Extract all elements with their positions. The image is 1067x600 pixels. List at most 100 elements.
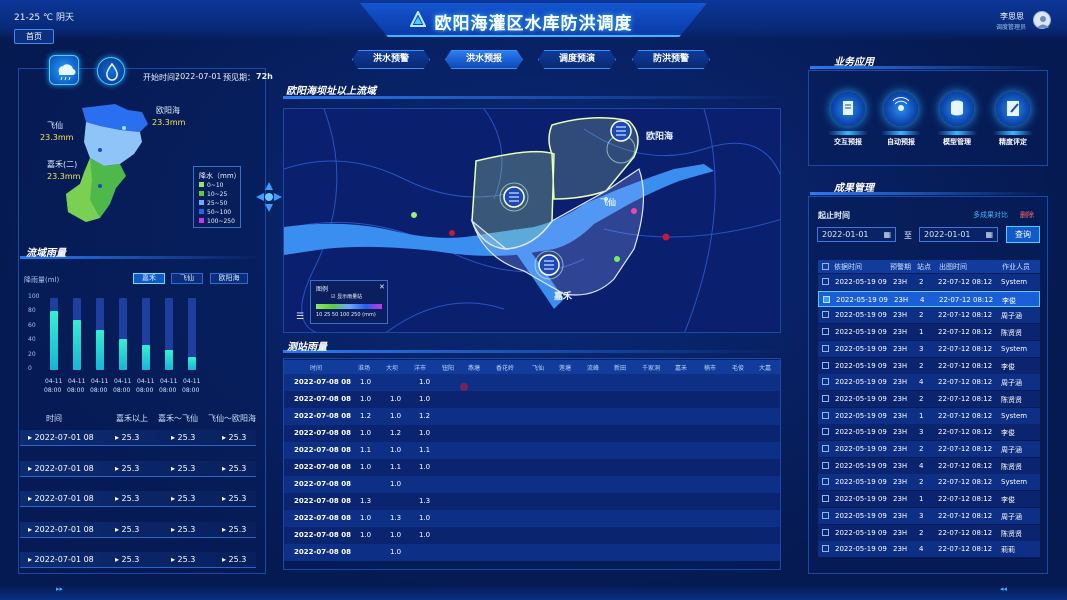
table-row[interactable]: 2022-05-19 09 23H 1 22-07-12 08:12 陈贤贤 <box>818 324 1040 341</box>
table-row[interactable]: 2022-05-19 09 23H 2 22-07-12 08:12 周子涵 <box>818 307 1040 324</box>
table-row[interactable]: 2022-05-19 09 23H 2 22-07-12 08:12 周子涵 <box>818 441 1040 457</box>
map-pan-control-icon[interactable] <box>254 180 284 214</box>
table-cell: 2022-05-19 09 <box>835 445 887 453</box>
table-row[interactable]: 2022-05-19 09 23H 2 22-07-12 08:12 System <box>818 474 1040 491</box>
table-row[interactable]: 2022-07-08 08 1.0 1.0 <box>284 374 780 391</box>
row-checkbox[interactable] <box>822 394 829 402</box>
query-button[interactable]: 查询 <box>1006 226 1040 243</box>
range-button-ouyanghai[interactable]: 欧阳海 <box>210 273 248 284</box>
row-checkbox[interactable] <box>822 495 829 503</box>
table-row[interactable]: 2022-05-19 09 23H 1 22-07-12 08:12 System <box>818 407 1040 424</box>
x-tick-label: 08:00 <box>90 387 108 394</box>
row-checkbox[interactable] <box>822 311 829 319</box>
row-checkbox[interactable] <box>822 278 829 285</box>
list-item[interactable]: ▸ 2022-07-01 08 ▸ 25.3 ▸ 25.3 ▸ 25.3 <box>20 430 256 446</box>
table-cell: 22-07-12 08:12 <box>938 328 993 337</box>
list-item[interactable]: ▸ 2022-07-01 08 ▸ 25.3 ▸ 25.3 ▸ 25.3 <box>20 491 256 507</box>
table-row[interactable]: 2022-05-19 09 23H 4 22-07-12 08:12 李俊 <box>818 290 1040 307</box>
table-row[interactable]: 2022-05-19 09 23H 3 22-07-12 08:12 李俊 <box>818 424 1040 441</box>
range-button-jiahe[interactable]: 嘉禾 <box>133 273 165 284</box>
tab-flood-warning[interactable]: 洪水预警 <box>352 50 430 69</box>
model-management-app[interactable] <box>940 92 974 126</box>
bar[interactable] <box>96 330 104 370</box>
select-all-checkbox[interactable] <box>822 263 829 270</box>
accuracy-evaluation-app[interactable] <box>996 92 1030 126</box>
table-row[interactable]: 2022-07-08 08 1.2 1.0 1.2 <box>284 408 780 425</box>
station-marker-icon[interactable] <box>537 253 561 277</box>
row-checkbox[interactable] <box>822 511 829 519</box>
station-marker-icon[interactable] <box>502 185 526 209</box>
table-row[interactable]: 2022-07-08 08 1.0 1.1 1.0 <box>284 459 780 476</box>
delete-link[interactable]: 删除 <box>1020 210 1034 220</box>
list-item[interactable]: ▸ 2022-07-01 08 ▸ 25.3 ▸ 25.3 ▸ 25.3 <box>20 552 256 568</box>
bar[interactable] <box>165 349 173 370</box>
table-cell: 2022-07-08 08 <box>294 463 351 471</box>
table-row[interactable]: 2022-07-08 08 1.0 1.2 1.0 <box>284 425 780 442</box>
table-row[interactable]: 2022-07-08 08 1.0 <box>284 476 780 493</box>
rain-forecast-button[interactable] <box>49 55 79 85</box>
table-row[interactable]: 2022-05-19 09 23H 4 22-07-12 08:12 周子涵 <box>818 374 1040 391</box>
row-checkbox[interactable] <box>822 528 829 536</box>
tab-flood-forecast[interactable]: 洪水预报 <box>445 50 523 69</box>
basin-map[interactable]: 欧阳海 飞仙 嘉禾 图例 ✕ ☑ 显示雨量站 10 25 50 100 250 … <box>283 108 781 333</box>
station-marker-icon[interactable] <box>609 119 633 143</box>
bar[interactable] <box>119 339 127 370</box>
table-row[interactable]: 2022-05-19 09 23H 4 22-07-12 08:12 莉莉 <box>818 541 1040 558</box>
row-checkbox[interactable] <box>822 411 829 419</box>
table-row[interactable]: 2022-05-19 09 23H 2 22-07-12 08:12 System <box>818 274 1040 290</box>
row-checkbox[interactable] <box>822 545 829 553</box>
multi-compare-link[interactable]: 多成果对比 <box>973 210 1008 220</box>
table-row[interactable]: 2022-07-08 08 1.1 1.0 1.1 <box>284 442 780 459</box>
list-item[interactable]: ▸ 2022-07-01 08 ▸ 25.3 ▸ 25.3 ▸ 25.3 <box>20 521 256 538</box>
row-checkbox[interactable] <box>822 378 829 386</box>
tab-flood-prevention[interactable]: 防洪预警 <box>632 50 710 69</box>
table-cell: System <box>1001 278 1028 286</box>
row-checkbox[interactable] <box>822 328 829 336</box>
avatar[interactable] <box>1033 11 1051 29</box>
bar[interactable] <box>50 310 58 370</box>
table-row[interactable]: 2022-05-19 09 23H 2 22-07-12 08:12 陈贤贤 <box>818 390 1040 407</box>
auto-forecast-app[interactable] <box>884 92 918 126</box>
table-row[interactable]: 2022-07-08 08 1.0 1.0 1.0 <box>284 391 780 408</box>
home-button[interactable]: 首页 <box>14 29 54 44</box>
interactive-forecast-app[interactable] <box>831 92 865 126</box>
range-button-feixian[interactable]: 飞仙 <box>171 273 203 284</box>
list-item-cell: ▸ 25.3 <box>222 463 247 473</box>
close-icon[interactable]: ✕ <box>379 283 385 291</box>
tab-dispatch-rehearsal[interactable]: 调度预演 <box>538 50 616 69</box>
table-row[interactable]: 2022-05-19 09 23H 1 22-07-12 08:12 李俊 <box>818 491 1040 508</box>
bar[interactable] <box>73 319 81 370</box>
table-cell: 1.0 <box>360 378 372 386</box>
table-row[interactable]: 2022-07-08 08 1.0 1.3 1.0 <box>284 510 780 527</box>
bar[interactable] <box>142 344 150 370</box>
station-table-header: 时间 淮场 大坝 洋市 钮阳 燕塘 香花岭 飞仙 莲塘 流峰 新田 千家洞 嘉禾 楠市 毛俊 大嘉 <box>284 360 780 374</box>
row-checkbox[interactable] <box>822 428 829 436</box>
table-row[interactable]: 2022-05-19 09 23H 4 22-07-12 08:12 陈贤贤 <box>818 457 1040 474</box>
time-range-label: 起止时间 <box>818 211 850 220</box>
table-row[interactable]: 2022-05-19 09 23H 2 22-07-12 08:12 李俊 <box>818 357 1040 374</box>
row-checkbox[interactable] <box>822 461 829 469</box>
list-item-cell: ▸ 25.3 <box>222 494 247 503</box>
table-cell: 4 <box>919 378 924 387</box>
table-cell: 周子涵 <box>1001 312 1022 321</box>
column-header: 楠市 <box>704 365 717 372</box>
row-checkbox[interactable] <box>822 344 829 352</box>
table-cell: 1.0 <box>360 429 372 437</box>
table-row[interactable]: 2022-05-19 09 23H 3 22-07-12 08:12 周子涵 <box>818 507 1040 524</box>
date-from-input[interactable]: 2022-01-01 ▦ <box>817 227 896 242</box>
list-item[interactable]: ▸ 2022-07-01 08 ▸ 25.3 ▸ 25.3 ▸ 25.3 <box>20 460 256 477</box>
bar[interactable] <box>188 357 196 370</box>
table-row[interactable]: 2022-07-08 08 1.0 <box>284 544 780 561</box>
row-checkbox[interactable] <box>823 295 830 303</box>
row-checkbox[interactable] <box>822 478 829 486</box>
table-row[interactable]: 2022-07-08 08 1.3 1.3 <box>284 493 780 510</box>
date-to-input[interactable]: 2022-01-01 ▦ <box>919 227 998 242</box>
show-stations-checkbox[interactable]: ☑ 显示雨量站 <box>331 293 362 300</box>
table-row[interactable]: 2022-07-08 08 1.0 1.0 1.0 <box>284 527 780 544</box>
row-checkbox[interactable] <box>822 361 829 369</box>
table-row[interactable]: 2022-05-19 09 23H 3 22-07-12 08:12 System <box>818 340 1040 357</box>
water-level-button[interactable] <box>97 57 125 85</box>
row-checkbox[interactable] <box>822 445 829 452</box>
table-row[interactable]: 2022-05-19 09 23H 2 22-07-12 08:12 陈贤贤 <box>818 524 1040 541</box>
list-icon[interactable]: ☰ <box>296 312 304 322</box>
